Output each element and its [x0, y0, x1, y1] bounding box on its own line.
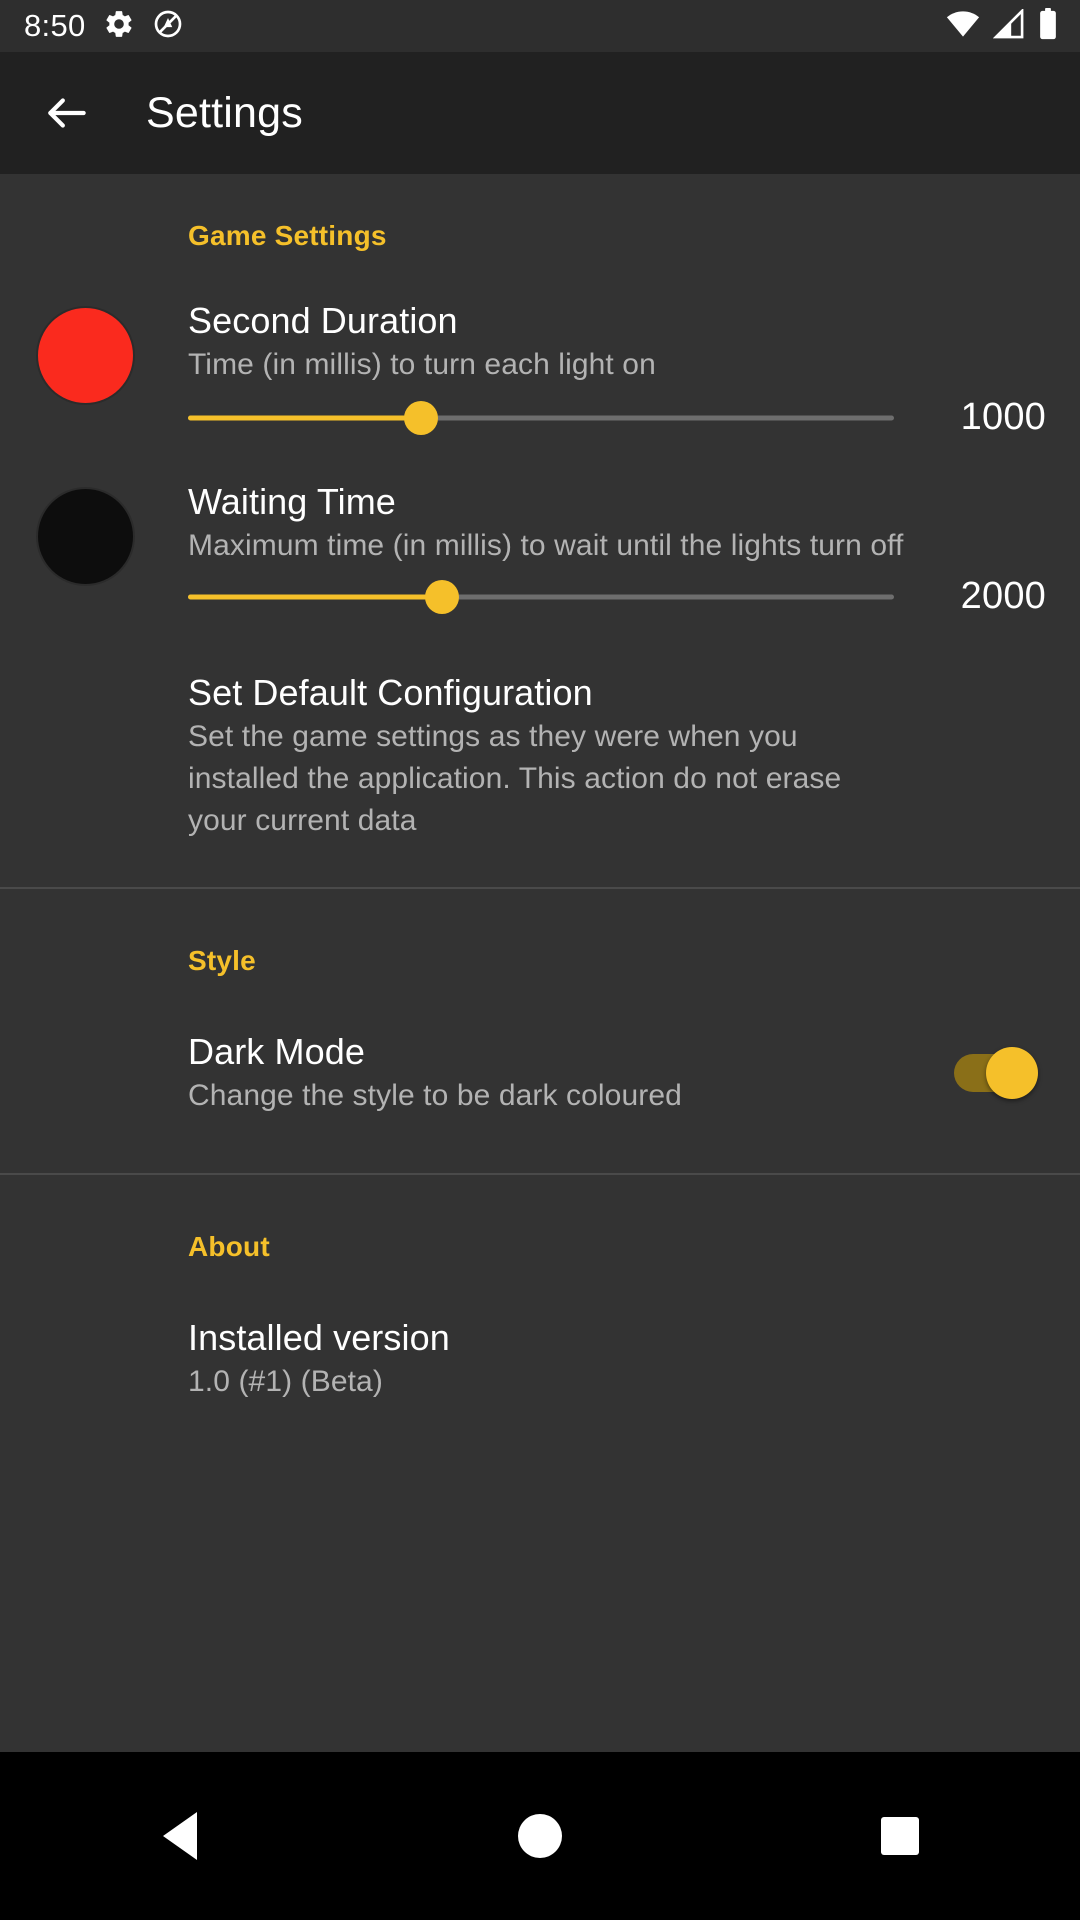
- waiting-time-summary: Maximum time (in millis) to wait until t…: [188, 529, 904, 562]
- page-title: Settings: [146, 88, 303, 137]
- wifi-icon: [946, 10, 980, 43]
- section-header-game-settings: Game Settings: [188, 220, 387, 251]
- dark-mode-summary: Change the style to be dark coloured: [188, 1079, 682, 1112]
- settings-screen: 8:50 Settings Game Settings Second Durat…: [0, 0, 1080, 1920]
- settings-content: Game Settings Second Duration Time (in m…: [0, 174, 1080, 1752]
- dark-mode-toggle[interactable]: [954, 1047, 1038, 1099]
- home-circle-icon: [518, 1814, 562, 1858]
- second-duration-value: 1000: [960, 396, 1046, 438]
- slider-thumb[interactable]: [403, 400, 438, 435]
- back-triangle-icon: [163, 1812, 197, 1860]
- set-default-summary: Set the game settings as they were when …: [188, 720, 842, 837]
- app-bar: Settings: [0, 52, 1080, 174]
- do-not-disturb-icon: [152, 8, 184, 45]
- section-header-style: Style: [188, 945, 256, 976]
- slider-thumb[interactable]: [425, 579, 460, 614]
- installed-version-summary: 1.0 (#1) (Beta): [188, 1365, 383, 1398]
- nav-home-button[interactable]: [480, 1776, 600, 1896]
- nav-recents-button[interactable]: [840, 1776, 960, 1896]
- nav-back-button[interactable]: [120, 1776, 240, 1896]
- red-light-icon: [38, 308, 133, 403]
- preference-dark-mode[interactable]: Dark Mode Change the style to be dark co…: [0, 1029, 1080, 1117]
- off-light-icon: [38, 489, 133, 584]
- dark-mode-title: Dark Mode: [188, 1031, 365, 1072]
- preference-installed-version[interactable]: Installed version 1.0 (#1) (Beta): [0, 1315, 1080, 1403]
- slider-fill: [188, 415, 421, 420]
- slider-fill: [188, 594, 443, 599]
- back-button[interactable]: [38, 84, 96, 142]
- waiting-time-slider[interactable]: [188, 577, 894, 617]
- preference-second-duration[interactable]: Second Duration Time (in millis) to turn…: [0, 298, 1080, 439]
- navigation-bar: [0, 1752, 1080, 1920]
- status-time: 8:50: [24, 8, 86, 43]
- recents-square-icon: [881, 1817, 919, 1855]
- preference-waiting-time[interactable]: Waiting Time Maximum time (in millis) to…: [0, 479, 1080, 618]
- second-duration-summary: Time (in millis) to turn each light on: [188, 348, 656, 381]
- second-duration-title: Second Duration: [188, 300, 458, 341]
- status-bar: 8:50: [0, 0, 1080, 52]
- section-header-about: About: [188, 1231, 270, 1262]
- back-arrow-icon: [48, 98, 86, 128]
- set-default-title: Set Default Configuration: [188, 672, 593, 713]
- toggle-thumb[interactable]: [986, 1047, 1038, 1099]
- status-bar-right: [946, 7, 1058, 45]
- cellular-signal-icon: [992, 7, 1025, 44]
- second-duration-slider[interactable]: [188, 398, 894, 438]
- battery-icon: [1038, 7, 1058, 45]
- status-bar-left: 8:50: [24, 8, 184, 45]
- preference-set-default-configuration[interactable]: Set Default Configuration Set the game s…: [0, 670, 1080, 842]
- gear-icon: [103, 8, 135, 45]
- installed-version-title: Installed version: [188, 1317, 450, 1358]
- waiting-time-value: 2000: [960, 575, 1046, 617]
- waiting-time-title: Waiting Time: [188, 481, 396, 522]
